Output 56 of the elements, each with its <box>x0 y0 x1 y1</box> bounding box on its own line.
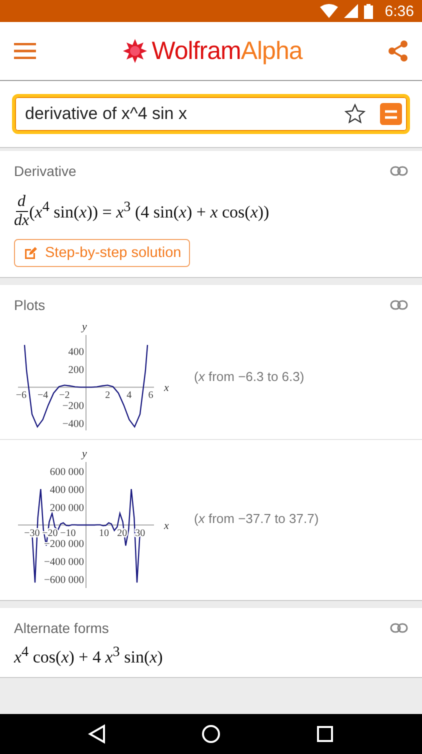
derivative-operator: d dx <box>14 193 30 230</box>
pod-title: Plots <box>14 297 46 314</box>
tick-label: 600 000 <box>50 466 84 478</box>
share-icon <box>388 40 408 62</box>
star-logo-icon <box>122 38 148 64</box>
link-icon[interactable] <box>390 622 408 633</box>
tick-label: −400 000 <box>44 556 84 568</box>
tick-label: 30 <box>135 528 146 539</box>
axis-label: y <box>82 448 87 460</box>
recents-icon <box>316 725 334 743</box>
search-bar[interactable]: derivative of x^4 sin x <box>12 94 410 134</box>
link-icon[interactable] <box>390 166 408 176</box>
clock: 6:36 <box>384 2 414 20</box>
share-button[interactable] <box>388 40 408 62</box>
back-icon <box>88 724 106 744</box>
tick-label: −600 000 <box>44 574 84 586</box>
tick-label: −6 <box>16 390 27 402</box>
axis-label: y <box>82 321 87 334</box>
formula: (x$^{4}$ sin(x)) = x$^{3}$ (4 sin(x) + x cos(x)) <box>29 199 270 223</box>
link-icon[interactable] <box>390 300 408 310</box>
pod-title: Alternate forms <box>14 620 109 636</box>
tick-label: −200 <box>62 401 84 412</box>
pod-title: Derivative <box>14 163 76 179</box>
plot-range: (x from −6.3 to 6.3) <box>194 369 304 384</box>
tick-label: 400 000 <box>50 484 84 496</box>
tick-label: 2 <box>105 390 110 402</box>
logo-text: Alpha <box>240 36 302 66</box>
star-icon[interactable] <box>344 103 366 125</box>
tick-label: 200 000 <box>50 502 84 514</box>
tick-label: 200 <box>68 365 84 376</box>
menu-button[interactable] <box>14 43 36 59</box>
tick-label: 400 <box>68 347 84 358</box>
tick-label: 4 <box>126 390 132 402</box>
battery-icon <box>364 4 373 18</box>
signal-icon <box>344 4 358 18</box>
tick-label: −4 <box>38 390 48 402</box>
formula: x$^{4}$ cos(x) + 4 x$^{3}$ sin(x) <box>14 644 163 668</box>
equals-icon <box>385 110 397 118</box>
tick-label: −10 <box>60 528 76 539</box>
tick-label: −200 000 <box>44 538 84 550</box>
logo-text: Wolfram <box>152 36 241 66</box>
tick-label: 10 <box>99 528 110 539</box>
home-icon <box>200 724 221 744</box>
wifi-icon <box>320 4 338 18</box>
recents-button[interactable] <box>316 725 334 743</box>
plot-range: (x from −37.7 to 37.7) <box>194 511 319 526</box>
submit-button[interactable] <box>380 103 402 125</box>
menu-icon <box>14 43 36 59</box>
tick-label: −2 <box>59 390 70 402</box>
edit-icon <box>23 246 37 260</box>
home-button[interactable] <box>200 724 221 744</box>
tick-label: 6 <box>148 390 154 402</box>
axis-label: x <box>164 382 169 394</box>
tick-label: −400 <box>62 419 84 430</box>
back-button[interactable] <box>88 724 106 744</box>
axis-label: x <box>164 520 169 532</box>
